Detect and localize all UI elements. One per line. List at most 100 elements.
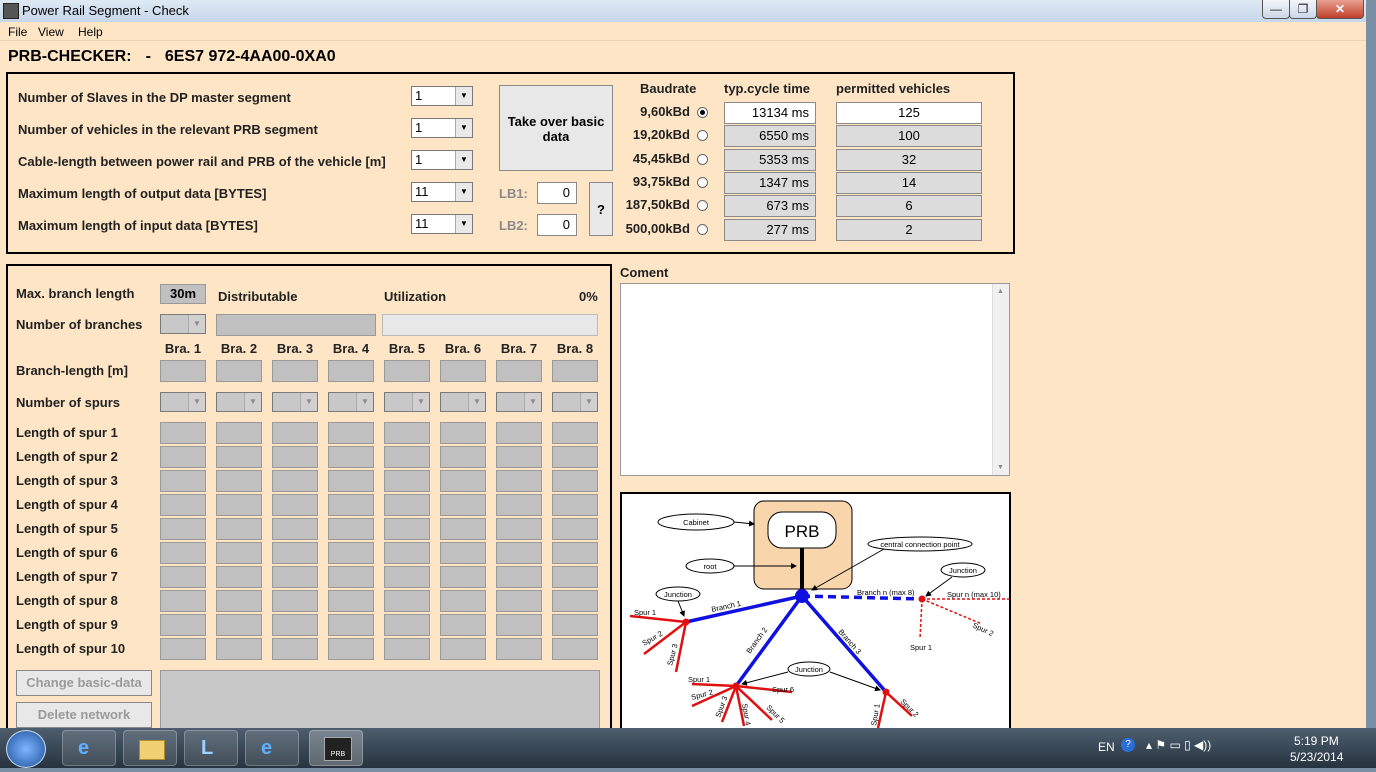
spur-length-field[interactable] [272,542,318,564]
spur-length-field[interactable] [496,446,542,468]
spur-length-field[interactable] [552,422,598,444]
spur-length-field[interactable] [160,422,206,444]
explorer-taskbar-icon[interactable] [123,730,177,766]
scroll-up-icon[interactable]: ▲ [997,288,1004,295]
spur-length-field[interactable] [160,638,206,660]
slaves-select[interactable]: 1 ▼ [411,86,473,106]
number-of-spurs-select[interactable]: ▼ [328,392,374,412]
spur-length-field[interactable] [272,470,318,492]
spur-length-field[interactable] [552,590,598,612]
spur-length-field[interactable] [440,446,486,468]
lb2-field[interactable]: 0 [537,214,577,236]
spur-length-field[interactable] [160,470,206,492]
branch-length-field[interactable] [328,360,374,382]
spur-length-field[interactable] [440,614,486,636]
spur-length-field[interactable] [384,470,430,492]
spur-length-field[interactable] [384,566,430,588]
delete-network-button[interactable]: Delete network [16,702,152,728]
spur-length-field[interactable] [440,518,486,540]
baudrate-radio[interactable] [697,200,708,211]
language-indicator[interactable]: EN [1098,740,1115,754]
number-of-spurs-select[interactable]: ▼ [272,392,318,412]
spur-length-field[interactable] [216,614,262,636]
spur-length-field[interactable] [496,494,542,516]
lync-taskbar-icon[interactable]: L [184,730,238,766]
spur-length-field[interactable] [272,590,318,612]
spur-length-field[interactable] [552,446,598,468]
spur-length-field[interactable] [328,422,374,444]
spur-length-field[interactable] [216,494,262,516]
spur-length-field[interactable] [272,614,318,636]
branch-length-field[interactable] [384,360,430,382]
spur-length-field[interactable] [328,614,374,636]
spur-length-field[interactable] [328,470,374,492]
spur-length-field[interactable] [440,638,486,660]
spur-length-field[interactable] [160,446,206,468]
branch-length-field[interactable] [160,360,206,382]
spur-length-field[interactable] [328,638,374,660]
spur-length-field[interactable] [440,566,486,588]
ie-taskbar-icon[interactable]: e [62,730,116,766]
spur-length-field[interactable] [552,494,598,516]
change-basic-data-button[interactable]: Change basic-data [16,670,152,696]
spur-length-field[interactable] [328,518,374,540]
spur-length-field[interactable] [440,542,486,564]
baudrate-radio[interactable] [697,154,708,165]
baudrate-radio[interactable] [697,177,708,188]
spur-length-field[interactable] [216,518,262,540]
spur-length-field[interactable] [216,638,262,660]
branch-length-field[interactable] [552,360,598,382]
spur-length-field[interactable] [160,614,206,636]
close-button[interactable]: ✕ [1316,0,1364,19]
spur-length-field[interactable] [440,590,486,612]
spur-length-field[interactable] [384,422,430,444]
input-data-select[interactable]: 11 ▼ [411,214,473,234]
spur-length-field[interactable] [216,590,262,612]
baudrate-radio[interactable] [697,130,708,141]
spur-length-field[interactable] [272,446,318,468]
spur-length-field[interactable] [552,566,598,588]
spur-length-field[interactable] [552,638,598,660]
minimize-button[interactable]: — [1262,0,1290,19]
branch-length-field[interactable] [496,360,542,382]
number-of-spurs-select[interactable]: ▼ [496,392,542,412]
vehicles-select[interactable]: 1 ▼ [411,118,473,138]
spur-length-field[interactable] [216,422,262,444]
spur-length-field[interactable] [496,542,542,564]
spur-length-field[interactable] [160,518,206,540]
take-over-button[interactable]: Take over basic data [499,85,613,171]
spur-length-field[interactable] [496,638,542,660]
number-of-branches-select[interactable]: ▼ [160,314,206,334]
spur-length-field[interactable] [272,566,318,588]
comment-scrollbar[interactable]: ▲ ▼ [992,284,1009,475]
spur-length-field[interactable] [384,590,430,612]
spur-length-field[interactable] [216,542,262,564]
spur-length-field[interactable] [272,494,318,516]
maximize-button[interactable]: ❐ [1289,0,1317,19]
tray-icons[interactable]: ▴ ⚑ ▭ ▯ ◀)) [1146,738,1211,752]
spur-length-field[interactable] [384,446,430,468]
number-of-spurs-select[interactable]: ▼ [160,392,206,412]
prb-taskbar-button[interactable]: PRB [309,730,363,766]
spur-length-field[interactable] [328,542,374,564]
branch-length-field[interactable] [272,360,318,382]
spur-length-field[interactable] [384,494,430,516]
spur-length-field[interactable] [552,470,598,492]
scroll-down-icon[interactable]: ▼ [997,464,1004,471]
clock-date[interactable]: 5/23/2014 [1290,750,1343,764]
spur-length-field[interactable] [160,590,206,612]
spur-length-field[interactable] [552,614,598,636]
spur-length-field[interactable] [384,638,430,660]
spur-length-field[interactable] [216,470,262,492]
help-icon[interactable]: ? [1121,738,1135,752]
spur-length-field[interactable] [552,518,598,540]
spur-length-field[interactable] [272,518,318,540]
spur-length-field[interactable] [272,422,318,444]
menu-view[interactable]: View [38,25,64,39]
start-button[interactable] [6,730,46,768]
spur-length-field[interactable] [384,518,430,540]
spur-length-field[interactable] [328,446,374,468]
spur-length-field[interactable] [160,566,206,588]
branch-length-field[interactable] [216,360,262,382]
spur-length-field[interactable] [496,518,542,540]
